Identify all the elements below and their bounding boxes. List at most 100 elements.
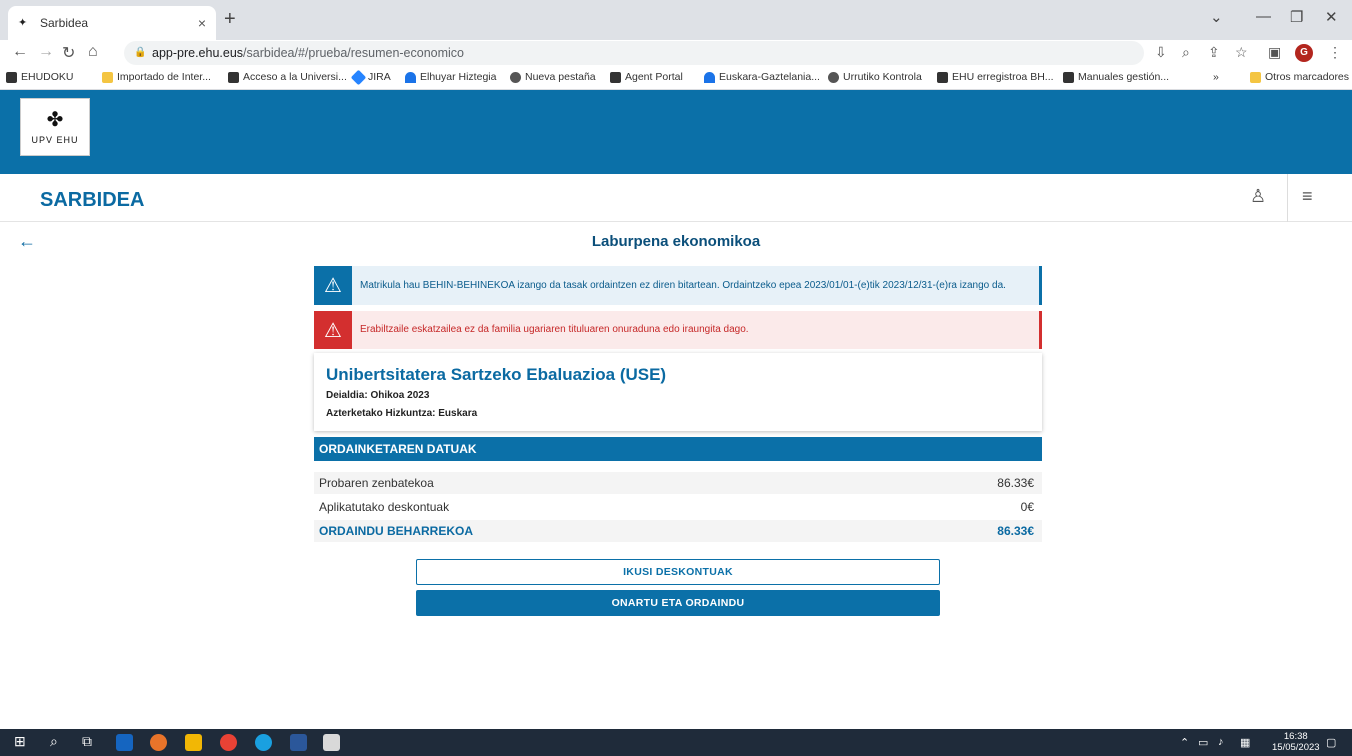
bookmark-item[interactable]: Agent Portal: [610, 71, 683, 83]
clock-time: 16:38: [1283, 731, 1308, 742]
chrome-icon[interactable]: [220, 734, 237, 751]
notifications-icon[interactable]: ▢: [1326, 736, 1336, 749]
word-icon[interactable]: [290, 734, 307, 751]
address-bar[interactable]: 🔒 app-pre.ehu.eus/sarbidea/#/prueba/resu…: [124, 41, 1144, 65]
url-path: /sarbidea/#/prueba/resumen-economico: [243, 46, 465, 60]
page-title: Laburpena ekonomikoa: [591, 233, 761, 250]
zoom-icon[interactable]: ⌕: [1182, 44, 1190, 61]
profile-avatar[interactable]: G: [1295, 44, 1313, 62]
bookmark-label: EHUDOKU: [21, 71, 74, 83]
ehu-tree-icon: ✤: [46, 109, 64, 131]
minimize-icon[interactable]: —: [1256, 8, 1271, 25]
back-icon[interactable]: ←: [12, 43, 28, 61]
bookmark-label: Acceso a la Universi...: [243, 71, 347, 83]
divider: [1287, 174, 1288, 222]
hamburger-menu-icon[interactable]: ≡: [1302, 186, 1313, 207]
folder-icon: [102, 71, 113, 83]
forward-icon[interactable]: →: [38, 43, 54, 61]
error-alert: ⚠ Erabiltzaile eskatzailea ez da familia…: [314, 311, 1042, 349]
windows-taskbar: ⊞ ⌕ ⧉ ⌃ ▭ ♪ ▦ 16:38 15/05/2023 ▢: [0, 729, 1352, 756]
browser-tabstrip: ✦ Sarbidea × + ⌄ — ❐ ✕: [0, 0, 1352, 40]
install-icon[interactable]: ⇩: [1155, 44, 1167, 61]
warning-icon: ⚠: [314, 311, 352, 349]
close-window-icon[interactable]: ✕: [1325, 8, 1338, 26]
bookmark-label: Nueva pestaña: [525, 71, 596, 83]
table-row: Aplikatutako deskontuak 0€: [314, 496, 1042, 518]
table-row: Probaren zenbatekoa 86.33€: [314, 472, 1042, 494]
bookmark-star-icon[interactable]: ☆: [1235, 44, 1248, 61]
bookmark-item[interactable]: Nueva pestaña: [510, 71, 596, 83]
share-icon[interactable]: ⇪: [1208, 44, 1220, 61]
elhuyar-icon: [405, 71, 416, 83]
bookmark-label: Agent Portal: [625, 71, 683, 83]
bookmark-item[interactable]: Elhuyar Hiztegia: [405, 71, 496, 83]
windows-start-icon[interactable]: ⊞: [14, 733, 26, 750]
app-icon[interactable]: [323, 734, 340, 751]
bookmark-item[interactable]: Urrutiko Kontrola: [828, 71, 922, 83]
ehu-favicon-icon: ✦: [18, 17, 28, 29]
elhuyar-icon: [704, 71, 715, 83]
bookmark-label: Otros marcadores: [1265, 71, 1350, 83]
payment-header: ORDAINKETAREN DATUAK: [314, 437, 1042, 461]
row-label: Probaren zenbatekoa: [319, 476, 434, 490]
bookmark-item[interactable]: Euskara-Gaztelania...: [704, 71, 820, 83]
file-explorer-icon[interactable]: [185, 734, 202, 751]
bookmark-label: Urrutiko Kontrola: [843, 71, 922, 83]
bookmark-label: EHU erregistroa BH...: [952, 71, 1054, 83]
url-host: app-pre.ehu.eus: [152, 46, 244, 60]
bookmark-label: Manuales gestión...: [1078, 71, 1170, 83]
jira-icon: [350, 69, 367, 85]
view-discounts-button[interactable]: IKUSI DESKONTUAK: [416, 559, 940, 585]
accept-and-pay-button[interactable]: ONARTU ETA ORDAINDU: [416, 590, 940, 616]
exam-card: Unibertsitatera Sartzeko Ebaluazioa (USE…: [314, 353, 1042, 431]
bookmark-item[interactable]: EHUDOKU: [6, 71, 74, 83]
home-icon[interactable]: ⌂: [88, 43, 98, 61]
browser-tab[interactable]: ✦ Sarbidea ×: [8, 6, 216, 40]
logo-text: UPV EHU: [31, 135, 79, 145]
clock-date: 15/05/2023: [1272, 742, 1320, 753]
other-bookmarks[interactable]: Otros marcadores: [1250, 71, 1349, 83]
app-title[interactable]: SARBIDEA: [40, 189, 144, 212]
ehu-favicon-icon: [1063, 71, 1074, 83]
bookmark-item[interactable]: EHU erregistroa BH...: [937, 71, 1054, 83]
info-alert: ⚠ Matrikula hau BEHIN-BEHINEKOA izango d…: [314, 266, 1042, 305]
side-panel-icon[interactable]: ▣: [1268, 44, 1281, 61]
user-icon[interactable]: ♙: [1250, 186, 1266, 207]
taskbar-clock[interactable]: 16:38 15/05/2023: [1272, 731, 1320, 753]
network-icon[interactable]: ▭: [1198, 736, 1208, 749]
tab-search-icon[interactable]: ⌄: [1210, 8, 1223, 26]
outlook-icon[interactable]: [116, 734, 133, 751]
lock-icon: 🔒: [134, 47, 147, 58]
ehu-favicon-icon: [937, 71, 948, 83]
volume-icon[interactable]: ♪: [1218, 736, 1224, 748]
bookmark-item[interactable]: Importado de Inter...: [102, 71, 211, 83]
page-subheader: ← Laburpena ekonomikoa: [0, 223, 1352, 259]
keyboard-icon[interactable]: ▦: [1240, 736, 1250, 749]
bookmark-label: Importado de Inter...: [117, 71, 211, 83]
info-alert-message: Matrikula hau BEHIN-BEHINEKOA izango da …: [360, 279, 1006, 291]
bookmark-icon: [6, 71, 17, 83]
search-icon[interactable]: ⌕: [50, 733, 58, 750]
firefox-icon[interactable]: [150, 734, 167, 751]
error-alert-message: Erabiltzaile eskatzailea ez da familia u…: [360, 324, 749, 335]
upv-ehu-logo[interactable]: ✤ UPV EHU: [20, 98, 90, 156]
bookmark-label: JIRA: [368, 71, 391, 83]
row-value: 86.33€: [997, 524, 1034, 538]
tray-chevron-icon[interactable]: ⌃: [1180, 736, 1189, 749]
restore-icon[interactable]: ❐: [1290, 8, 1303, 26]
ehu-favicon-icon: [228, 71, 239, 83]
exam-title: Unibertsitatera Sartzeko Ebaluazioa (USE…: [326, 365, 667, 384]
bookmark-item[interactable]: Acceso a la Universi...: [228, 71, 347, 83]
bookmark-label: Euskara-Gaztelania...: [719, 71, 820, 83]
new-tab-button[interactable]: +: [224, 8, 236, 31]
task-view-icon[interactable]: ⧉: [82, 733, 92, 750]
reload-icon[interactable]: ↻: [62, 43, 75, 63]
bookmarks-overflow[interactable]: »: [1213, 71, 1219, 83]
exam-language: Azterketako Hizkuntza: Euskara: [326, 408, 478, 419]
bookmark-item[interactable]: Manuales gestión...: [1063, 71, 1169, 83]
edge-icon[interactable]: [255, 734, 272, 751]
tab-close-icon[interactable]: ×: [198, 15, 206, 31]
tab-title: Sarbidea: [40, 16, 89, 30]
bookmark-item[interactable]: JIRA: [350, 69, 391, 85]
browser-menu-icon[interactable]: ⋮: [1328, 44, 1342, 61]
